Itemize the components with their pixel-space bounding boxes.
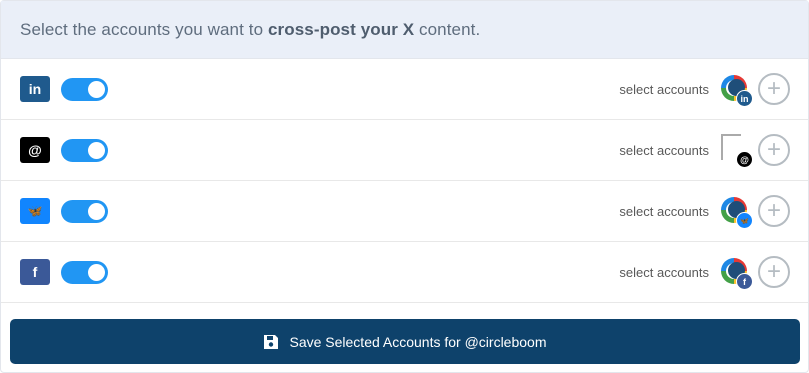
selected-account-avatar[interactable]: in [721, 73, 753, 107]
selected-account-avatar[interactable]: 🦋 [721, 195, 753, 229]
account-row-bluesky: 🦋 select accounts 🦋 + [1, 181, 808, 242]
toggle-knob [88, 80, 105, 98]
bluesky-toggle[interactable] [61, 199, 108, 223]
floppy-disk-icon [264, 334, 279, 349]
add-account-button[interactable]: + [758, 195, 790, 227]
facebook-badge-icon: f [736, 273, 753, 290]
selected-account-avatar[interactable]: f [721, 256, 753, 290]
account-row-linkedin: in select accounts in + [1, 59, 808, 120]
header-title: Select the accounts you want to cross-po… [20, 19, 481, 39]
bluesky-badge-icon: 🦋 [736, 212, 753, 229]
threads-icon: @ [20, 137, 50, 163]
panel-header: Select the accounts you want to cross-po… [1, 1, 808, 59]
save-selected-accounts-button[interactable]: Save Selected Accounts for @circleboom [10, 319, 800, 364]
add-account-button[interactable]: + [758, 256, 790, 288]
select-accounts-label[interactable]: select accounts [619, 82, 709, 97]
select-accounts-label[interactable]: select accounts [619, 265, 709, 280]
linkedin-badge-icon: in [736, 90, 753, 107]
save-button-label: Save Selected Accounts for @circleboom [289, 333, 547, 350]
threads-badge-icon: @ [736, 151, 753, 168]
select-accounts-label[interactable]: select accounts [619, 204, 709, 219]
selected-account-avatar[interactable]: @ [721, 134, 753, 168]
threads-toggle[interactable] [61, 138, 108, 162]
add-account-button[interactable]: + [758, 134, 790, 166]
select-accounts-label[interactable]: select accounts [619, 143, 709, 158]
linkedin-toggle[interactable] [61, 77, 108, 101]
linkedin-icon: in [20, 76, 50, 102]
facebook-toggle[interactable] [61, 260, 108, 284]
add-account-button[interactable]: + [758, 73, 790, 105]
account-row-threads: @ select accounts @ + [1, 120, 808, 181]
bluesky-icon: 🦋 [20, 198, 50, 224]
toggle-knob [88, 202, 105, 220]
account-row-facebook: f select accounts f + [1, 242, 808, 303]
toggle-knob [88, 263, 105, 281]
facebook-icon: f [20, 259, 50, 285]
cross-post-panel: Select the accounts you want to cross-po… [0, 0, 809, 373]
toggle-knob [88, 141, 105, 159]
